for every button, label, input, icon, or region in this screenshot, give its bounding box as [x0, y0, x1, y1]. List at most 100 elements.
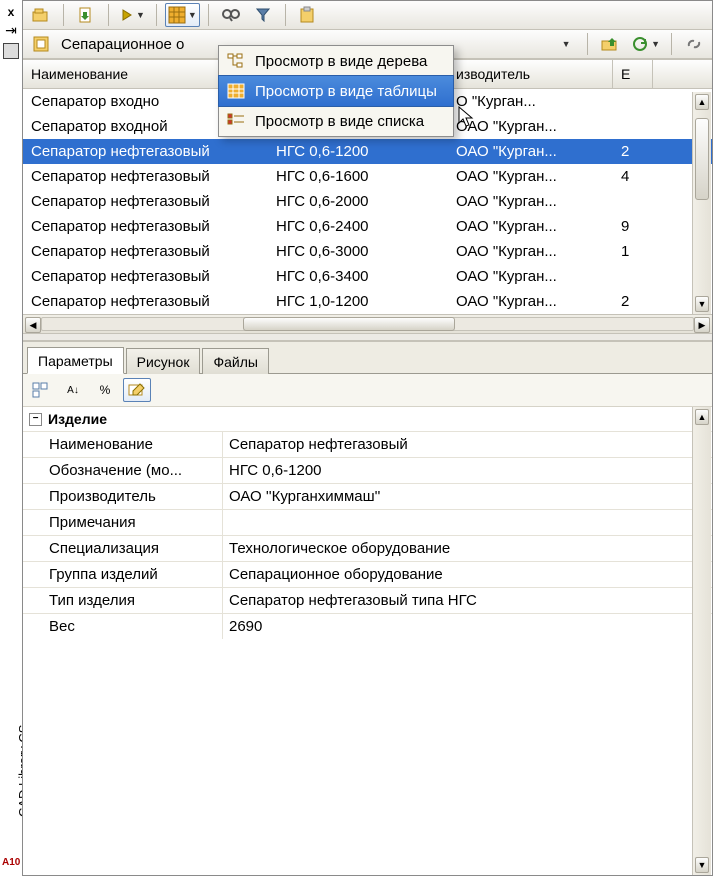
categorize-button[interactable] [27, 378, 55, 402]
grid-vertical-scrollbar[interactable]: ▲ ▼ [692, 92, 711, 314]
list-view-icon [225, 111, 247, 131]
main-toolbar: ▼ ▼ [23, 1, 712, 30]
prop-key: Вес [23, 614, 223, 639]
panel-icon[interactable] [3, 43, 19, 59]
cell-name: Сепаратор нефтегазовый [23, 214, 268, 239]
scroll-down-icon[interactable]: ▼ [695, 296, 709, 312]
prop-key: Наименование [23, 432, 223, 457]
link-button[interactable] [680, 32, 708, 56]
sort-az-button[interactable]: A↓ [59, 378, 87, 402]
cell-extra [613, 114, 653, 139]
percent-button[interactable]: % [91, 378, 119, 402]
cell-maker: ОАО "Курган... [448, 139, 613, 164]
prop-group-header[interactable]: − Изделие [23, 407, 712, 431]
cell-maker: ОАО "Курган... [448, 214, 613, 239]
cell-model: НГС 1,0-1200 [268, 289, 448, 314]
prop-value [223, 510, 712, 535]
cell-name: Сепаратор нефтегазовый [23, 264, 268, 289]
grid-horizontal-scrollbar[interactable]: ◀ ▶ [23, 314, 712, 333]
prop-key: Производитель [23, 484, 223, 509]
view-mode-button[interactable]: ▼ [165, 3, 200, 27]
paste-button[interactable] [294, 3, 322, 27]
prop-row[interactable]: СпециализацияТехнологическое оборудовани… [23, 535, 712, 561]
col-header-maker[interactable]: изводитель [448, 60, 613, 88]
cell-extra [613, 89, 653, 114]
breadcrumb-dropdown[interactable]: ▼ [551, 32, 579, 56]
tab-Файлы[interactable]: Файлы [202, 348, 268, 374]
prop-key: Группа изделий [23, 562, 223, 587]
menu-item-label: Просмотр в виде дерева [255, 53, 427, 70]
open-button[interactable] [27, 3, 55, 27]
prop-row[interactable]: Вес2690 [23, 613, 712, 639]
propgrid-toolbar: A↓ % [23, 374, 712, 407]
table-view-icon [225, 81, 247, 101]
cell-maker: ОАО "Курган... [448, 239, 613, 264]
export-button[interactable] [72, 3, 100, 27]
prop-row[interactable]: Обозначение (мо...НГС 0,6-1200 [23, 457, 712, 483]
prop-value: 2690 [223, 614, 712, 639]
refresh-button[interactable]: ▼ [628, 32, 663, 56]
scroll-thumb[interactable] [695, 118, 709, 200]
cell-name: Сепаратор нефтегазовый [23, 139, 268, 164]
scroll-up-icon[interactable]: ▲ [695, 94, 709, 110]
prop-row[interactable]: Группа изделийСепарационное оборудование [23, 561, 712, 587]
cell-extra [613, 264, 653, 289]
prop-value: НГС 0,6-1200 [223, 458, 712, 483]
table-row[interactable]: Сепаратор нефтегазовыйНГС 0,6-2000ОАО "К… [23, 189, 712, 214]
edit-props-button[interactable] [123, 378, 151, 402]
table-row[interactable]: Сепаратор нефтегазовыйНГС 0,6-1600ОАО "К… [23, 164, 712, 189]
prop-value: Технологическое оборудование [223, 536, 712, 561]
scroll-thumb-h[interactable] [243, 317, 455, 331]
up-folder-button[interactable] [596, 32, 624, 56]
scroll-left-icon[interactable]: ◀ [25, 317, 41, 333]
tab-Рисунок[interactable]: Рисунок [126, 348, 201, 374]
prop-value: Сепаратор нефтегазовый [223, 432, 712, 457]
col-header-extra[interactable]: Е [613, 60, 653, 88]
cell-model: НГС 0,6-2000 [268, 189, 448, 214]
cell-maker: ОАО "Курган... [448, 114, 613, 139]
table-row[interactable]: Сепаратор нефтегазовыйНГС 0,6-1200ОАО "К… [23, 139, 712, 164]
tree-view-icon [225, 51, 247, 71]
table-row[interactable]: Сепаратор нефтегазовыйНГС 0,6-3000ОАО "К… [23, 239, 712, 264]
cell-extra: 4 [613, 164, 653, 189]
prop-group-label: Изделие [48, 411, 107, 427]
close-icon[interactable]: x [8, 6, 15, 18]
cell-extra: 9 [613, 214, 653, 239]
cell-name: Сепаратор нефтегазовый [23, 289, 268, 314]
scroll-up-icon[interactable]: ▲ [695, 409, 709, 425]
play-button[interactable]: ▼ [117, 3, 148, 27]
menu-item-label: Просмотр в виде списка [255, 113, 424, 130]
cell-extra: 2 [613, 289, 653, 314]
cell-model: НГС 0,6-1600 [268, 164, 448, 189]
filter-button[interactable] [249, 3, 277, 27]
find-button[interactable] [217, 3, 245, 27]
collapse-icon[interactable]: − [29, 413, 42, 426]
prop-row[interactable]: НаименованиеСепаратор нефтегазовый [23, 431, 712, 457]
menu-item-list[interactable]: Просмотр в виде списка [219, 106, 453, 136]
propgrid-vertical-scrollbar[interactable]: ▲ ▼ [692, 407, 711, 875]
details-tabs: ПараметрыРисунокФайлы [23, 342, 712, 374]
prop-key: Тип изделия [23, 588, 223, 613]
cell-model: НГС 0,6-1200 [268, 139, 448, 164]
pin-icon[interactable]: ⇥ [5, 22, 17, 39]
cell-extra: 2 [613, 139, 653, 164]
cell-maker: ОАО "Курган... [448, 289, 613, 314]
scroll-down-icon[interactable]: ▼ [695, 857, 709, 873]
prop-value: Сепарационное оборудование [223, 562, 712, 587]
splitter[interactable] [23, 333, 712, 341]
tab-Параметры[interactable]: Параметры [27, 347, 124, 374]
table-row[interactable]: Сепаратор нефтегазовыйНГС 1,0-1200ОАО "К… [23, 289, 712, 314]
prop-row[interactable]: Тип изделияСепаратор нефтегазовый типа Н… [23, 587, 712, 613]
table-row[interactable]: Сепаратор нефтегазовыйНГС 0,6-2400ОАО "К… [23, 214, 712, 239]
scroll-right-icon[interactable]: ▶ [694, 317, 710, 333]
menu-item-tree[interactable]: Просмотр в виде дерева [219, 46, 453, 76]
menu-item-table[interactable]: Просмотр в виде таблицы [218, 75, 454, 107]
prop-row[interactable]: Примечания [23, 509, 712, 535]
prop-row[interactable]: ПроизводительОАО ''Курганхиммаш'' [23, 483, 712, 509]
category-icon [27, 32, 55, 56]
cell-extra: 1 [613, 239, 653, 264]
cell-model: НГС 0,6-3000 [268, 239, 448, 264]
table-row[interactable]: Сепаратор нефтегазовыйНГС 0,6-3400ОАО "К… [23, 264, 712, 289]
view-mode-menu: Просмотр в виде дерева Просмотр в виде та… [218, 45, 454, 137]
prop-value: ОАО ''Курганхиммаш'' [223, 484, 712, 509]
